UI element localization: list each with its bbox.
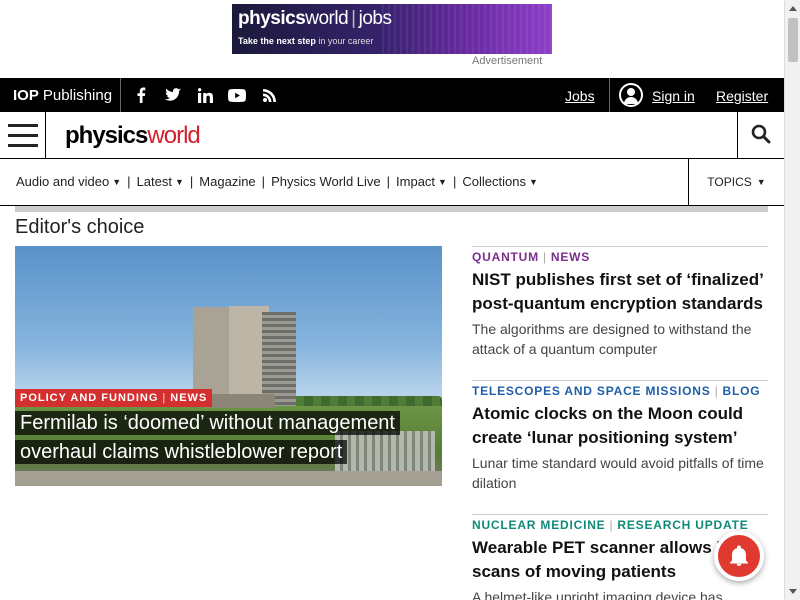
- hamburger-menu-button[interactable]: [0, 112, 46, 158]
- nav-item-label: Magazine: [199, 174, 256, 189]
- hero-category: POLICY AND FUNDING: [20, 392, 159, 404]
- nav-item-label: Audio and video: [16, 174, 110, 189]
- hero-headline[interactable]: Fermilab is ‘doomed’ without management …: [15, 409, 400, 467]
- category-separator: |: [542, 250, 547, 264]
- hero-building-facade: [262, 312, 296, 406]
- logo-world: world: [147, 122, 200, 149]
- notification-bell-button[interactable]: [714, 531, 764, 581]
- nav-item-label: Impact: [396, 174, 436, 189]
- article-summary: A helmet-like upright imaging device has: [472, 589, 723, 600]
- nav-item-latest[interactable]: Latest ▼: [137, 174, 184, 189]
- ad-brand-jobs: jobs: [358, 8, 392, 29]
- nav-separator: |: [386, 174, 391, 189]
- section-divider: [15, 206, 768, 212]
- nav-item-label: Latest: [136, 174, 172, 189]
- nav-item-collections[interactable]: Collections ▼: [462, 174, 538, 189]
- hamburger-line: [8, 144, 38, 147]
- ad-label: Advertisement: [472, 55, 543, 67]
- ad-tagline: Take the next step in your career: [238, 36, 373, 46]
- iop-logo-bold: IOP: [13, 86, 39, 104]
- nav-separator: |: [261, 174, 266, 189]
- chevron-down-icon: ▼: [112, 176, 122, 187]
- physicsworld-logo[interactable]: physicsworld: [65, 122, 201, 150]
- hero-headline-text: Fermilab is ‘doomed’ without management …: [15, 411, 400, 464]
- chevron-down-icon: ▼: [174, 176, 184, 187]
- article-category-label: QUANTUM: [472, 250, 539, 264]
- article-category[interactable]: QUANTUM | NEWS: [472, 250, 768, 264]
- article-card: TELESCOPES AND SPACE MISSIONS | BLOG Atomi…: [472, 380, 768, 493]
- section-title: Editor's choice: [15, 216, 145, 238]
- ad-area: physicsworld | jobs Take the next step in …: [0, 0, 784, 78]
- user-account-icon[interactable]: [619, 83, 643, 107]
- article-card: QUANTUM | NEWS NIST publishes first set of…: [472, 246, 768, 359]
- topbar-divider: [609, 78, 610, 112]
- article-category[interactable]: TELESCOPES AND SPACE MISSIONS | BLOG: [472, 384, 768, 398]
- jobs-link[interactable]: Jobs: [565, 88, 595, 104]
- ad-decoration: [382, 4, 552, 54]
- hero-type: NEWS: [170, 392, 208, 404]
- scroll-down-arrow-icon[interactable]: [785, 584, 800, 600]
- hamburger-line: [8, 124, 38, 127]
- iop-publishing-logo[interactable]: IOP Publishing: [0, 78, 121, 112]
- scroll-up-arrow-icon[interactable]: [785, 0, 800, 16]
- ad-brand-physics: physics: [238, 8, 306, 29]
- ad-brand-separator: |: [351, 8, 356, 29]
- chevron-down-icon: ▼: [528, 176, 538, 187]
- main-nav: Audio and video ▼ | Latest ▼ | Magazine | …: [0, 159, 784, 206]
- chevron-down-icon: ▼: [756, 177, 766, 187]
- nav-item-label: Collections: [462, 174, 526, 189]
- bell-icon: [730, 545, 748, 566]
- hero-category-badge[interactable]: POLICY AND FUNDING | NEWS: [15, 389, 213, 407]
- ad-tagline-rest: in your career: [315, 36, 374, 46]
- hamburger-line: [8, 134, 38, 137]
- social-links: [130, 78, 280, 112]
- ad-tagline-bold: Take the next step: [238, 36, 316, 46]
- nav-item-impact[interactable]: Impact ▼: [396, 174, 447, 189]
- search-button[interactable]: [737, 112, 784, 158]
- youtube-icon[interactable]: [226, 84, 248, 106]
- ad-banner[interactable]: physicsworld | jobs Take the next step in …: [232, 4, 552, 54]
- twitter-icon[interactable]: [162, 84, 184, 106]
- nav-separator: |: [452, 174, 457, 189]
- topics-label: TOPICS: [707, 175, 752, 189]
- nav-item-audio-and-video[interactable]: Audio and video ▼: [16, 174, 121, 189]
- category-separator: |: [714, 384, 719, 398]
- search-icon: [751, 124, 771, 144]
- category-separator: |: [609, 518, 614, 532]
- nav-item-label: Physics World Live: [271, 174, 381, 189]
- article-category[interactable]: NUCLEAR MEDICINE | RESEARCH UPDATE: [472, 518, 768, 532]
- nav-item-magazine[interactable]: Magazine: [199, 174, 255, 189]
- nav-item-physics-world-live[interactable]: Physics World Live: [271, 174, 381, 189]
- iop-logo-text: Publishing: [42, 86, 113, 104]
- sign-in-link[interactable]: Sign in: [652, 88, 695, 104]
- hero-road: [15, 471, 442, 486]
- page-scrollbar[interactable]: [784, 0, 800, 600]
- top-bar: IOP Publishing Jobs Sign in Register: [0, 78, 784, 112]
- nav-separator: |: [189, 174, 194, 189]
- article-type-label: NEWS: [550, 250, 591, 264]
- article-type-label: BLOG: [722, 384, 761, 398]
- badge-separator: |: [162, 392, 167, 404]
- article-title[interactable]: NIST publishes first set of ‘finalized’ …: [472, 268, 768, 316]
- scrollbar-thumb[interactable]: [788, 18, 798, 62]
- chevron-down-icon: ▼: [438, 176, 447, 187]
- linkedin-icon[interactable]: [194, 84, 216, 106]
- register-link[interactable]: Register: [716, 88, 768, 104]
- logo-bar: physicsworld: [0, 112, 784, 159]
- facebook-icon[interactable]: [130, 84, 152, 106]
- rss-icon[interactable]: [258, 84, 280, 106]
- ad-brand: physicsworld | jobs: [238, 8, 392, 30]
- logo-physics: physics: [65, 122, 148, 149]
- ad-brand-world: world: [305, 8, 349, 29]
- topics-dropdown[interactable]: TOPICS ▼: [688, 159, 784, 205]
- nav-separator: |: [127, 174, 131, 189]
- article-summary: Lunar time standard would avoid pitfalls…: [472, 455, 764, 491]
- article-title[interactable]: Atomic clocks on the Moon could create ‘…: [472, 402, 768, 450]
- nav-items: Audio and video ▼ | Latest ▼ | Magazine | …: [16, 174, 538, 189]
- article-summary: The algorithms are designed to withstand…: [472, 321, 752, 357]
- article-category-label: TELESCOPES AND SPACE MISSIONS: [472, 384, 711, 398]
- article-category-label: NUCLEAR MEDICINE: [472, 518, 606, 532]
- article-type-label: RESEARCH UPDATE: [617, 518, 749, 532]
- hero-building-base: [205, 394, 275, 408]
